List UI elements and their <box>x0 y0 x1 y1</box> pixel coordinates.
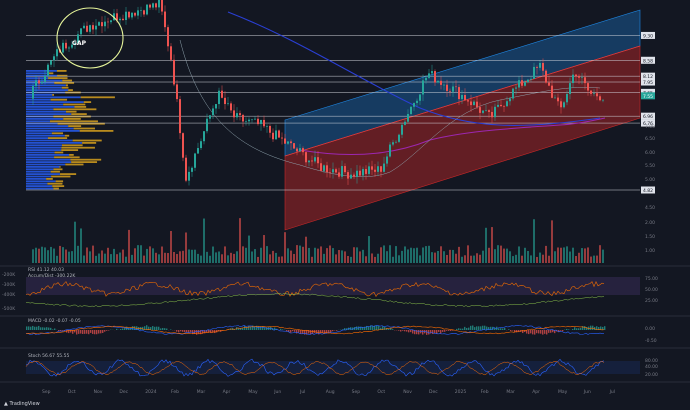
time-axis-tick: Nov <box>94 389 103 395</box>
axis-tick: 5.50 <box>645 163 655 169</box>
time-axis-tick: Apr <box>532 389 540 395</box>
axis-tick: -300K <box>2 282 16 288</box>
axis-tick: 2.00 <box>645 220 655 226</box>
price-level-label: 6.96 <box>641 112 655 120</box>
svg-text:4.82: 4.82 <box>643 188 653 194</box>
time-axis-tick: Feb <box>481 389 489 395</box>
axis-tick: 6.00 <box>645 150 655 156</box>
accum-dist-line <box>25 293 605 307</box>
time-axis[interactable]: Sep Oct Nov Dec 2024 Feb Mar Apr May Jun Jul Aug Sep… <box>42 389 615 395</box>
time-axis-tick: Aug <box>326 389 335 395</box>
tradingview-logo[interactable]: ▲ TradingView <box>4 401 40 407</box>
chart-canvas[interactable]: GAP 9.308.588.127.957.656.966.764.827.55… <box>0 0 690 410</box>
time-axis-tick: Oct <box>68 389 76 395</box>
svg-text:7.55: 7.55 <box>643 94 653 100</box>
axis-tick: 40.00 <box>645 364 658 370</box>
time-axis-tick: Mar <box>506 389 515 395</box>
time-axis-tick: Jun <box>583 389 591 395</box>
time-axis-tick: May <box>248 389 258 395</box>
time-axis-tick: Jun <box>273 389 281 395</box>
time-axis-tick: Feb <box>171 389 179 395</box>
price-level-label: 4.82 <box>641 186 655 194</box>
axis-tick: 25.00 <box>645 298 658 304</box>
svg-text:9.30: 9.30 <box>643 33 653 39</box>
gap-label: GAP <box>72 40 87 47</box>
macd-pane-title: MACD -0.02 -0.07 -0.05 <box>28 318 81 324</box>
price-level-label: 9.30 <box>641 31 655 39</box>
time-axis-tick: Oct <box>377 389 385 395</box>
axis-tick: 0.00 <box>645 326 655 332</box>
time-axis-tick: Apr <box>223 389 231 395</box>
current-price-label: 7.55 <box>641 92 655 100</box>
axis-tick: -0.50 <box>645 338 657 344</box>
time-axis-tick: 2025 <box>455 389 467 395</box>
time-axis-tick: May <box>558 389 568 395</box>
svg-text:7.95: 7.95 <box>643 80 653 86</box>
accum-pane-title: Accum/Dist -300.22K <box>28 273 76 279</box>
axis-tick: -500K <box>2 306 16 312</box>
axis-tick: 6.50 <box>645 136 655 142</box>
time-axis-tick: Dec <box>119 389 128 395</box>
svg-text:6.96: 6.96 <box>643 114 653 120</box>
stoch-pane-title: Stoch 56.67 55.55 <box>28 353 69 359</box>
axis-tick: 4.50 <box>645 205 655 211</box>
brand-label: TradingView <box>9 401 40 407</box>
axis-tick: 5.00 <box>645 177 655 183</box>
axis-tick: -200K <box>2 272 16 278</box>
axis-tick: 80.00 <box>645 358 658 364</box>
time-axis-tick: Nov <box>403 389 412 395</box>
tradingview-icon: ▲ <box>4 401 8 407</box>
rsi-pane-title: RSI 41.12 40.03 <box>28 267 64 273</box>
price-level-label: 8.58 <box>641 56 655 64</box>
axis-tick: 7.00 <box>645 124 655 130</box>
price-level-label: 7.95 <box>641 78 655 86</box>
axis-tick: -400K <box>2 292 16 298</box>
axis-tick: 1.00 <box>645 248 655 254</box>
svg-text:8.58: 8.58 <box>643 58 653 64</box>
axis-tick: 20.00 <box>645 372 658 378</box>
time-axis-tick: Jul <box>299 389 305 395</box>
axis-tick: 50.00 <box>645 287 658 293</box>
time-axis-tick: Mar <box>197 389 206 395</box>
time-axis-tick: Sep <box>42 389 51 395</box>
time-axis-tick: Dec <box>429 389 438 395</box>
time-axis-tick: Sep <box>352 389 361 395</box>
time-axis-tick: 2024 <box>145 389 157 395</box>
time-axis-tick: Jul <box>609 389 615 395</box>
axis-tick: 1.50 <box>645 234 655 240</box>
axis-tick: 75.00 <box>645 276 658 282</box>
